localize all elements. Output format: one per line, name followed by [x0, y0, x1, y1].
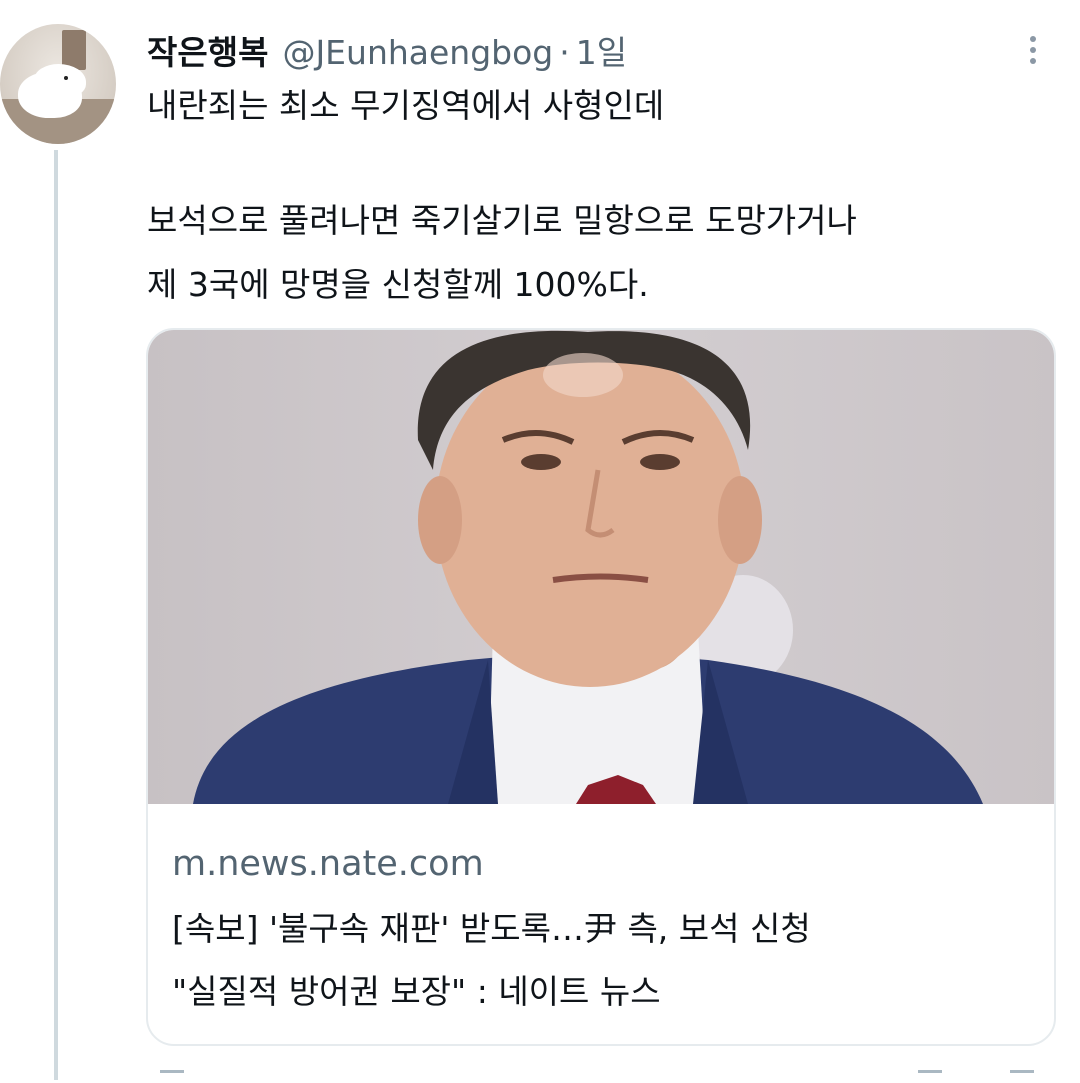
bookmark-icon[interactable]	[918, 1070, 942, 1083]
more-options-icon[interactable]	[1015, 30, 1051, 70]
author-name[interactable]: 작은행복	[147, 26, 268, 74]
link-preview-card[interactable]: m.news.nate.com [속보] '불구속 재판' 받도록…尹 측, 보…	[146, 328, 1056, 1046]
author-handle[interactable]: @JEunhaengbog	[282, 33, 553, 72]
reply-icon[interactable]	[160, 1070, 184, 1083]
avatar-background-door	[62, 30, 86, 70]
link-title-line-1: [속보] '불구속 재판' 받도록…尹 측, 보석 신청	[172, 909, 811, 948]
link-title-line-2: "실질적 방어권 보장" : 네이트 뉴스	[172, 972, 661, 1011]
link-preview-image[interactable]	[148, 330, 1054, 804]
avatar-dog-eye	[64, 76, 68, 80]
tweet-text-line-2: 보석으로 풀려나면 죽기살기로 밀항으로 도망가거나	[147, 201, 857, 240]
thread-line	[54, 150, 58, 1080]
more-dot	[1030, 58, 1036, 64]
tweet-header: 작은행복 @JEunhaengbog · 1일	[147, 26, 627, 72]
header-separator: ·	[559, 33, 570, 72]
author-avatar[interactable]	[0, 24, 116, 144]
link-domain: m.news.nate.com	[172, 844, 484, 884]
more-dot	[1030, 47, 1036, 53]
more-dot	[1030, 36, 1036, 42]
tweet-text-line-3: 제 3국에 망명을 신청할께 100%다.	[147, 265, 649, 304]
avatar-dog-figure	[18, 72, 82, 118]
share-icon[interactable]	[1010, 1070, 1034, 1083]
news-photo	[193, 330, 983, 804]
tweet-text-line-1: 내란죄는 최소 무기징역에서 사형인데	[147, 86, 665, 125]
tweet-timestamp[interactable]: 1일	[576, 26, 627, 74]
